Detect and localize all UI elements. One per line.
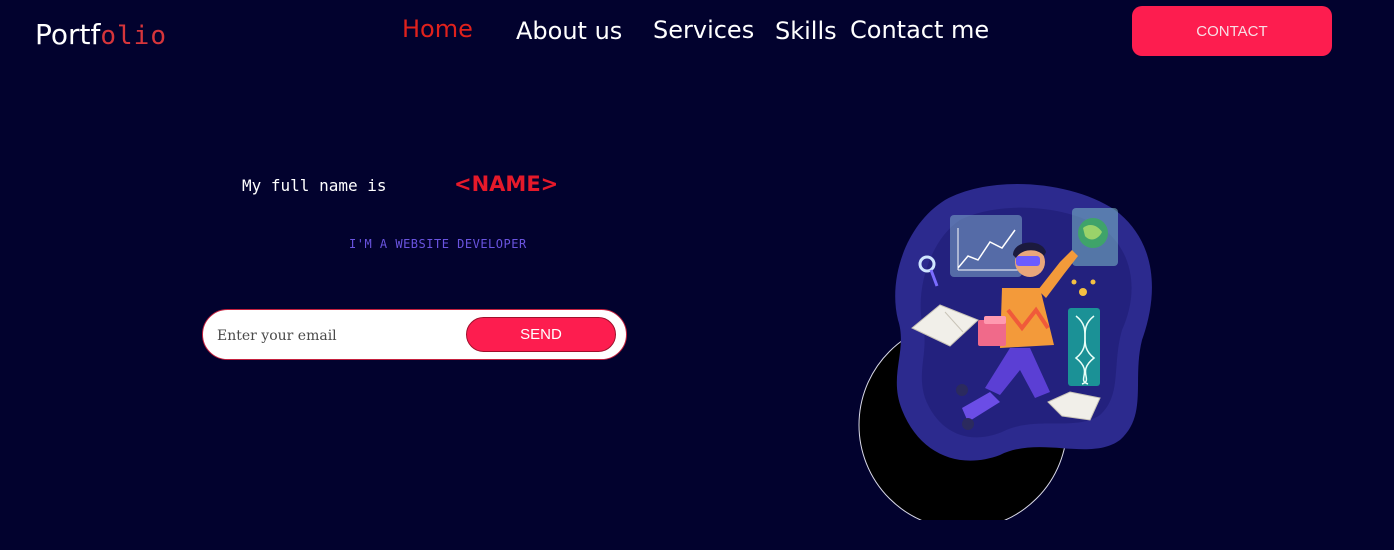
- intro-text: My full name is: [242, 176, 387, 195]
- role-text: I'M A WEBSITE DEVELOPER: [349, 237, 527, 251]
- logo[interactable]: Portfolio: [35, 18, 167, 53]
- name-placeholder: <NAME>: [454, 172, 559, 196]
- molecule-icon: [1079, 288, 1087, 296]
- logo-part-1: Portf: [35, 18, 101, 51]
- chart-board: [950, 215, 1022, 277]
- vr-student-illustration: [858, 183, 1152, 520]
- send-button[interactable]: SEND: [466, 317, 616, 352]
- logo-part-2: olio: [100, 21, 167, 51]
- email-form: SEND: [202, 309, 627, 360]
- nav-skills[interactable]: Skills: [775, 16, 837, 46]
- nav-contact-me[interactable]: Contact me: [850, 15, 989, 45]
- nav-home[interactable]: Home: [402, 14, 473, 44]
- nav-about-us[interactable]: About us: [516, 16, 622, 46]
- nav-services[interactable]: Services: [653, 15, 754, 45]
- vr-headset-icon: [1016, 256, 1040, 266]
- email-input[interactable]: [215, 320, 459, 352]
- contact-button[interactable]: CONTACT: [1132, 6, 1332, 56]
